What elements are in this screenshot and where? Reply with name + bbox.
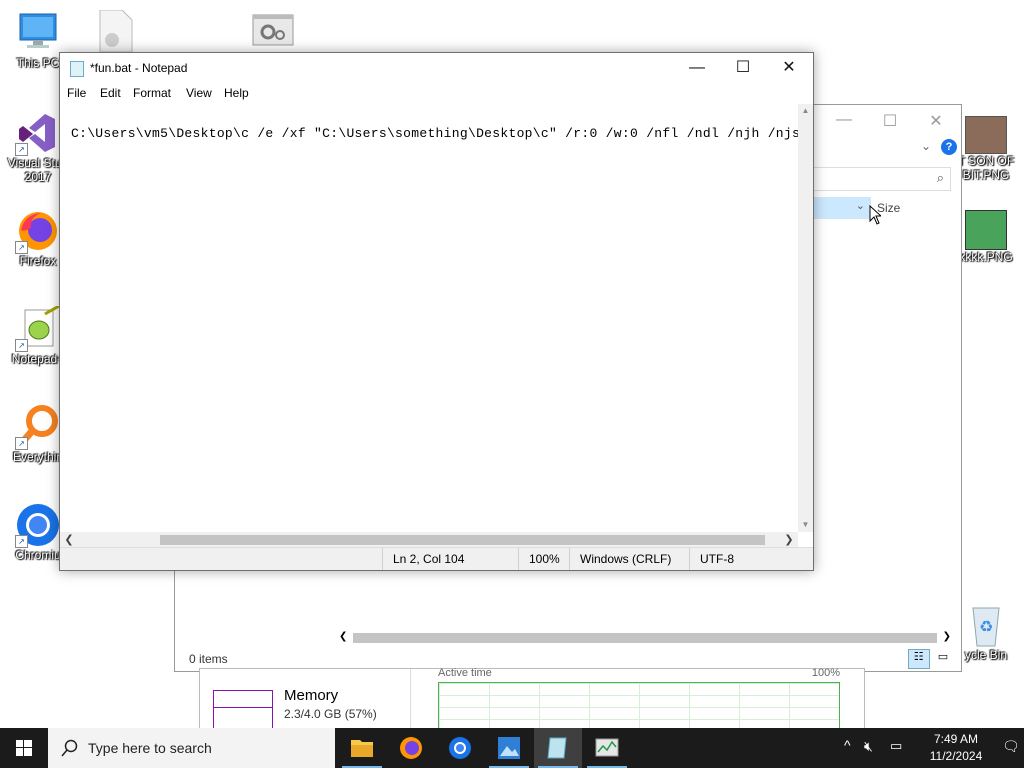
shortcut-arrow-icon: ↗ (15, 143, 28, 156)
zoom-level: 100% (518, 548, 560, 570)
horizontal-scrollbar[interactable]: ❮ ❯ (60, 532, 798, 548)
image-thumbnail-icon (965, 116, 1007, 154)
menu-view[interactable]: View (186, 86, 212, 100)
computer-icon (15, 10, 61, 56)
shortcut-arrow-icon: ↗ (15, 241, 28, 254)
memory-value: 2.3/4.0 GB (57%) (284, 707, 377, 721)
chevron-down-icon: ⌄ (855, 200, 865, 212)
gear-window-icon (252, 14, 294, 46)
taskbar-task-manager[interactable] (583, 728, 631, 768)
shortcut-arrow-icon: ↗ (15, 339, 28, 352)
chevron-down-icon[interactable]: ⌄ (921, 139, 931, 153)
vertical-scrollbar[interactable]: ▲ ▼ (798, 104, 813, 532)
divider (410, 669, 411, 729)
editor-line: C:\Users\vm5\Desktop\c /e /xf "C:\Users\… (71, 124, 802, 141)
photos-icon (498, 737, 520, 759)
task-manager-window: Memory 2.3/4.0 GB (57%) Active time 100% (199, 667, 865, 734)
scroll-left-arrow-icon[interactable]: ❮ (339, 631, 347, 642)
taskbar-photos[interactable] (485, 728, 533, 768)
notepad-app-icon (70, 61, 84, 77)
maximize-button[interactable]: ☐ (867, 111, 913, 131)
recycle-bin-icon: ♻ (963, 602, 1009, 648)
large-icons-view-icon[interactable]: ▭ (933, 650, 953, 668)
search-input[interactable]: ⌕ (809, 167, 951, 191)
view-toggle: ☷ ▭ (907, 649, 953, 669)
taskbar-file-explorer[interactable] (338, 728, 386, 768)
title-bar[interactable]: *fun.bat - Notepad — ☐ ✕ (60, 53, 813, 83)
scrollbar-thumb[interactable] (353, 633, 937, 643)
details-view-icon[interactable]: ☷ (907, 649, 930, 669)
chromium-icon (449, 737, 471, 759)
generic-file-icon (99, 9, 133, 53)
shortcut-arrow-icon: ↗ (15, 437, 28, 450)
clock-date: 11/2/2024 (929, 749, 983, 763)
show-hidden-icons-chevron-icon[interactable]: ^ (844, 737, 851, 753)
maximize-button[interactable]: ☐ (720, 53, 766, 83)
visual-studio-icon: ↗ (15, 110, 61, 156)
svg-text:♻: ♻ (979, 619, 993, 636)
cursor-position: Ln 2, Col 104 (382, 548, 464, 570)
desktop-icon-settings-file[interactable] (252, 14, 294, 46)
items-count: 0 items (189, 652, 228, 666)
task-manager-icon (595, 738, 619, 757)
minimize-button[interactable]: — (821, 111, 867, 129)
taskbar-notepad[interactable] (534, 728, 582, 768)
scroll-down-arrow-icon[interactable]: ▼ (798, 518, 813, 532)
clock[interactable]: 7:49 AM 11/2/2024 (916, 731, 996, 765)
start-button[interactable] (0, 728, 48, 768)
close-button[interactable]: ✕ (766, 53, 812, 83)
taskbar-firefox[interactable] (387, 728, 435, 768)
scrollbar-thumb[interactable] (160, 535, 765, 545)
scroll-left-arrow-icon[interactable]: ❮ (62, 532, 76, 548)
volume-muted-icon[interactable]: 🔇︎ (864, 738, 873, 755)
search-icon (61, 739, 78, 757)
notepad-icon (547, 737, 567, 759)
help-icon[interactable]: ? (941, 139, 957, 155)
close-button[interactable]: ✕ (913, 111, 959, 131)
status-bar: Ln 2, Col 104 100% Windows (CRLF) UTF-8 (60, 547, 813, 570)
line-ending: Windows (CRLF) (569, 548, 671, 570)
active-time-max: 100% (811, 667, 840, 679)
editor-line-text: C:\Users\vm5\Desktop\c /e /xf "C:\Users\… (71, 126, 801, 141)
encoding: UTF-8 (689, 548, 734, 570)
menu-format[interactable]: Format (133, 86, 171, 100)
taskbar: Type here to search ^ 🔇︎ ▭ 7:49 AM 11/2/… (0, 728, 1024, 768)
window-title: *fun.bat - Notepad (90, 61, 188, 75)
memory-graph-thumbnail[interactable] (213, 690, 273, 732)
firefox-icon: ↗ (15, 208, 61, 254)
notepad-window: *fun.bat - Notepad — ☐ ✕ File Edit Forma… (59, 52, 814, 571)
desktop-icon-file[interactable] (92, 9, 134, 53)
notification-center-icon[interactable]: 🗨︎ (1002, 738, 1020, 755)
horizontal-scrollbar[interactable]: ❮ ❯ (335, 631, 957, 645)
taskbar-search-box[interactable]: Type here to search (48, 728, 335, 768)
memory-label: Memory (284, 687, 339, 704)
text-editor-area[interactable]: C:\Users\vm5\Desktop\c /e /xf "C:\Users\… (60, 104, 802, 532)
menu-file[interactable]: File (67, 86, 86, 100)
firefox-icon (400, 737, 422, 759)
scroll-right-arrow-icon[interactable]: ❯ (782, 532, 796, 548)
chromium-icon: ↗ (15, 502, 61, 548)
notepadpp-icon: ↗ (15, 304, 61, 352)
search-icon: ⌕ (936, 170, 944, 185)
menu-bar: File Edit Format View Help (60, 83, 813, 103)
active-time-label: Active time (438, 667, 492, 679)
image-thumbnail-icon (965, 210, 1007, 250)
scroll-right-arrow-icon[interactable]: ❯ (943, 631, 951, 642)
system-tray: ^ 🔇︎ ▭ 7:49 AM 11/2/2024 🗨︎ (834, 728, 1024, 768)
active-time-graph (438, 682, 840, 734)
scroll-up-arrow-icon[interactable]: ▲ (798, 104, 813, 118)
shortcut-arrow-icon: ↗ (15, 535, 28, 548)
windows-logo-icon (16, 740, 32, 756)
column-header-selected[interactable]: ⌄ (813, 197, 871, 219)
menu-help[interactable]: Help (224, 86, 249, 100)
search-placeholder: Type here to search (88, 740, 212, 756)
everything-search-icon: ↗ (15, 404, 61, 450)
network-icon[interactable]: ▭ (890, 738, 902, 754)
menu-edit[interactable]: Edit (100, 86, 121, 100)
folder-icon (351, 740, 373, 757)
taskbar-chromium[interactable] (436, 728, 484, 768)
minimize-button[interactable]: — (674, 53, 720, 83)
mouse-cursor-icon (869, 204, 883, 225)
clock-time: 7:49 AM (933, 732, 979, 746)
